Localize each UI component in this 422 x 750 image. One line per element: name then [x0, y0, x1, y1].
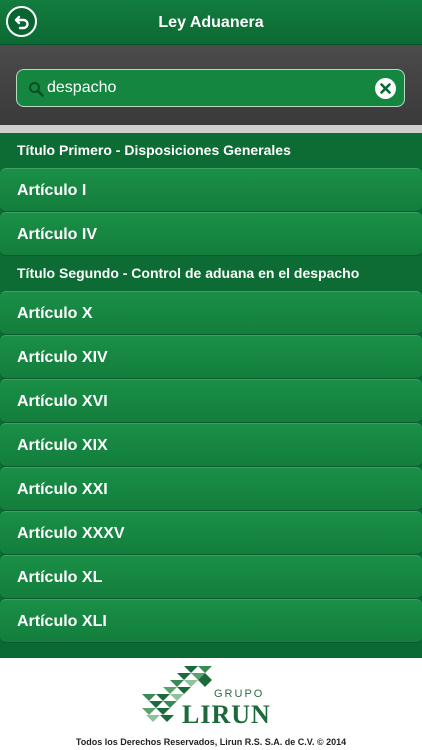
- logo-subtitle: GRUPO: [214, 688, 265, 700]
- nav-bar: Ley Aduanera: [0, 0, 422, 45]
- page-title: Ley Aduanera: [158, 14, 264, 31]
- search-icon: [29, 82, 44, 97]
- list-item[interactable]: Artículo XIV: [0, 335, 422, 379]
- search-bar-container: [0, 45, 422, 125]
- search-box[interactable]: [16, 69, 405, 107]
- list-item[interactable]: Artículo XL: [0, 555, 422, 599]
- results-list[interactable]: Título Primero - Disposiciones Generales…: [0, 125, 422, 658]
- close-icon: [380, 83, 391, 94]
- list-item[interactable]: Artículo XXXV: [0, 511, 422, 555]
- list-item[interactable]: Artículo XIX: [0, 423, 422, 467]
- copyright-text: Todos los Derechos Reservados, Lirun R.S…: [75, 737, 347, 747]
- list-item[interactable]: Artículo XVI: [0, 379, 422, 423]
- list-item[interactable]: Artículo X: [0, 291, 422, 335]
- list-item[interactable]: Artículo IV: [0, 212, 422, 256]
- section-header: Título Primero - Disposiciones Generales: [0, 133, 422, 168]
- clear-search-button[interactable]: [375, 78, 396, 99]
- section-header: Título Segundo - Control de aduana en el…: [0, 256, 422, 291]
- list-item[interactable]: Artículo I: [0, 168, 422, 212]
- list-item[interactable]: Artículo XLI: [0, 599, 422, 643]
- search-input[interactable]: [47, 70, 367, 106]
- list-item[interactable]: Artículo XXI: [0, 467, 422, 511]
- footer: GRUPO LIRUN Todos los Derechos Reservado…: [0, 658, 422, 750]
- logo-brand: LIRUN: [182, 700, 271, 729]
